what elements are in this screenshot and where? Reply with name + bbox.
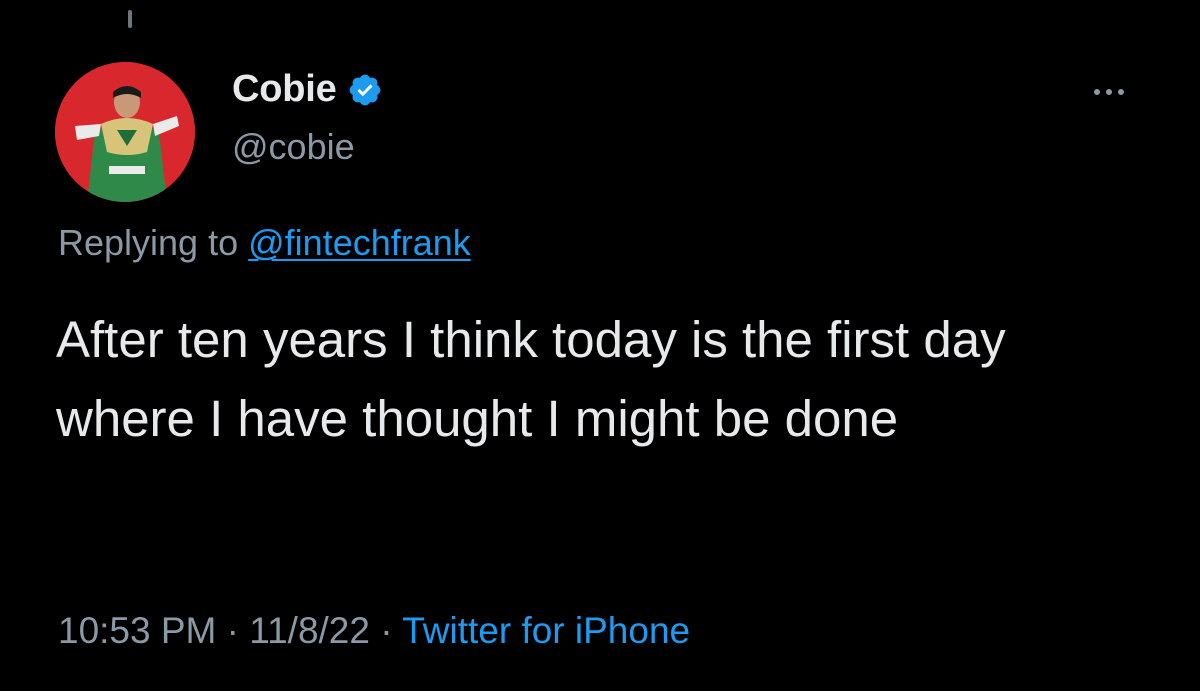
more-dot [1094, 89, 1100, 95]
author-name-row: Cobie [232, 68, 383, 111]
avatar[interactable] [55, 62, 195, 202]
tweet-source-link[interactable]: Twitter for iPhone [402, 610, 690, 651]
tweet-date[interactable]: 11/8/22 [249, 610, 370, 651]
author-display-name[interactable]: Cobie [232, 68, 337, 111]
author-handle[interactable]: @cobie [232, 126, 355, 168]
more-dot [1118, 89, 1124, 95]
avatar-image [55, 62, 195, 202]
thread-connector-line [128, 10, 132, 28]
tweet-time[interactable]: 10:53 PM [58, 610, 216, 651]
tweet-metadata: 10:53 PM · 11/8/22 · Twitter for iPhone [58, 610, 690, 652]
replying-to-handle-link[interactable]: @fintechfrank [248, 222, 471, 263]
meta-separator: · [380, 610, 393, 651]
more-options-icon[interactable] [1094, 82, 1144, 102]
verified-badge-icon [347, 72, 383, 108]
replying-to-label: Replying to [58, 222, 239, 263]
tweet-text: After ten years I think today is the fir… [56, 311, 1006, 447]
more-dot [1106, 89, 1112, 95]
meta-separator: · [226, 610, 239, 651]
replying-to-line: Replying to @fintechfrank [58, 222, 471, 264]
